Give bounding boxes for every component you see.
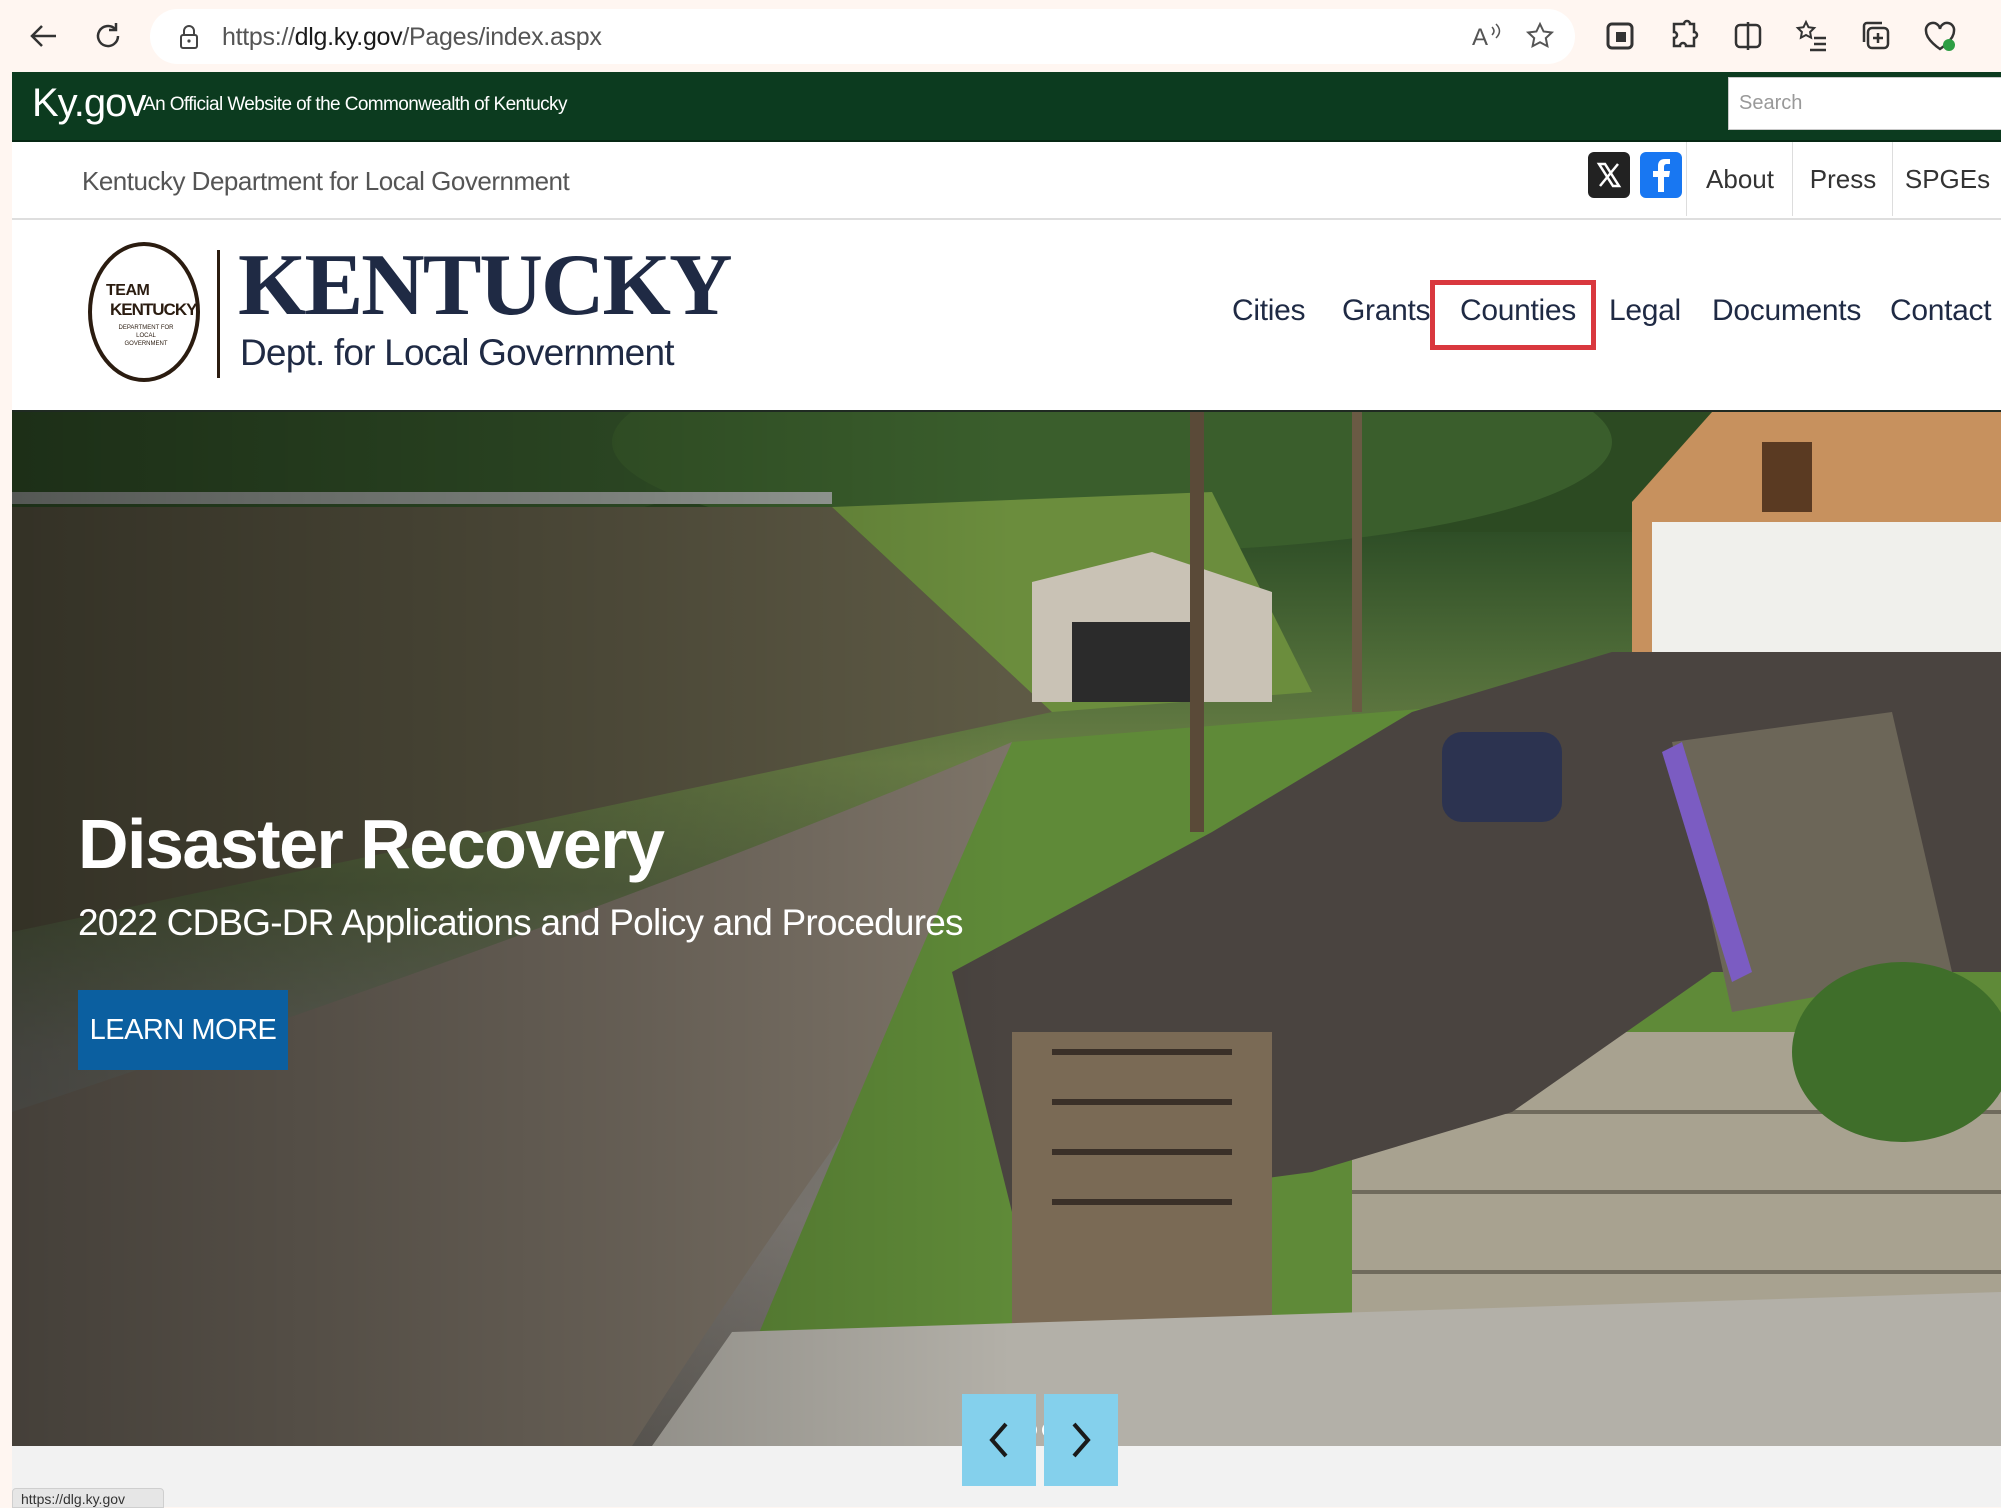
url-text: https://dlg.ky.gov/Pages/index.aspx [222, 23, 602, 51]
back-button[interactable] [22, 14, 66, 58]
refresh-button[interactable] [86, 14, 130, 58]
link-status-tooltip: https://dlg.ky.gov [12, 1488, 164, 1508]
hero-heading: Disaster Recovery [78, 805, 665, 883]
main-nav-contact[interactable]: Contact [1890, 294, 1992, 328]
brand-subtitle: Dept. for Local Government [240, 332, 675, 373]
main-nav-documents[interactable]: Documents [1712, 294, 1861, 328]
seal-text-kentucky: KENTUCKY [110, 300, 197, 319]
seal-text-dept: DEPARTMENT FOR LOCAL GOVERNMENT [118, 325, 174, 347]
svg-text:A: A [1472, 24, 1488, 51]
nav-link-spges[interactable]: SPGEs [1892, 142, 2001, 216]
facebook-icon[interactable] [1640, 152, 1682, 198]
site-header: TEAM KENTUCKY DEPARTMENT FOR LOCAL GOVER… [12, 220, 2001, 412]
learn-more-button[interactable]: LEARN MORE [78, 990, 288, 1070]
kygov-banner: Ky.gov An Official Website of the Common… [12, 72, 2001, 142]
team-kentucky-seal-logo[interactable]: TEAM KENTUCKY DEPARTMENT FOR LOCAL GOVER… [88, 242, 200, 382]
extension-shield-icon[interactable] [1600, 16, 1640, 56]
web-page: Ky.gov An Official Website of the Common… [12, 72, 2001, 1508]
favorite-star-icon[interactable] [1525, 21, 1555, 51]
department-name: Kentucky Department for Local Government [82, 166, 570, 196]
address-bar[interactable]: https://dlg.ky.gov/Pages/index.aspx A [150, 9, 1575, 64]
collections-icon[interactable] [1856, 16, 1896, 56]
counties-highlight-box [1430, 280, 1596, 350]
extensions-puzzle-icon[interactable] [1664, 16, 1704, 56]
read-aloud-icon[interactable]: A [1470, 21, 1504, 51]
carousel-prev-button[interactable] [962, 1394, 1036, 1486]
main-nav-legal[interactable]: Legal [1609, 294, 1681, 328]
nav-link-about[interactable]: About [1686, 142, 1793, 216]
lock-icon [180, 25, 198, 49]
refresh-icon [96, 23, 120, 48]
search-input[interactable]: Search [1728, 77, 2001, 130]
split-screen-icon[interactable] [1728, 16, 1768, 56]
x-twitter-icon[interactable] [1588, 152, 1630, 198]
brand-title[interactable]: KENTUCKY [238, 235, 732, 336]
hero-carousel: Disaster Recovery 2022 CDBG-DR Applicati… [12, 412, 2001, 1446]
nav-link-press[interactable]: Press [1792, 142, 1893, 216]
chevron-left-icon [989, 1422, 1008, 1458]
chevron-right-icon [1072, 1422, 1091, 1458]
department-bar: Kentucky Department for Local Government… [12, 142, 2001, 220]
back-arrow-icon [30, 25, 56, 47]
official-site-tagline: An Official Website of the Commonwealth … [143, 94, 567, 115]
logo-divider [217, 250, 220, 378]
hero-subheading: 2022 CDBG-DR Applications and Policy and… [78, 902, 964, 943]
browser-toolbar: https://dlg.ky.gov/Pages/index.aspx A [0, 0, 2001, 72]
main-nav-grants[interactable]: Grants [1342, 294, 1431, 328]
browser-essentials-icon[interactable] [1920, 16, 1960, 56]
kygov-logo[interactable]: Ky.gov [32, 81, 146, 126]
favorites-list-icon[interactable] [1792, 16, 1832, 56]
main-nav-cities[interactable]: Cities [1232, 294, 1306, 328]
seal-text-team: TEAM [106, 282, 150, 299]
carousel-next-button[interactable] [1044, 1394, 1118, 1486]
